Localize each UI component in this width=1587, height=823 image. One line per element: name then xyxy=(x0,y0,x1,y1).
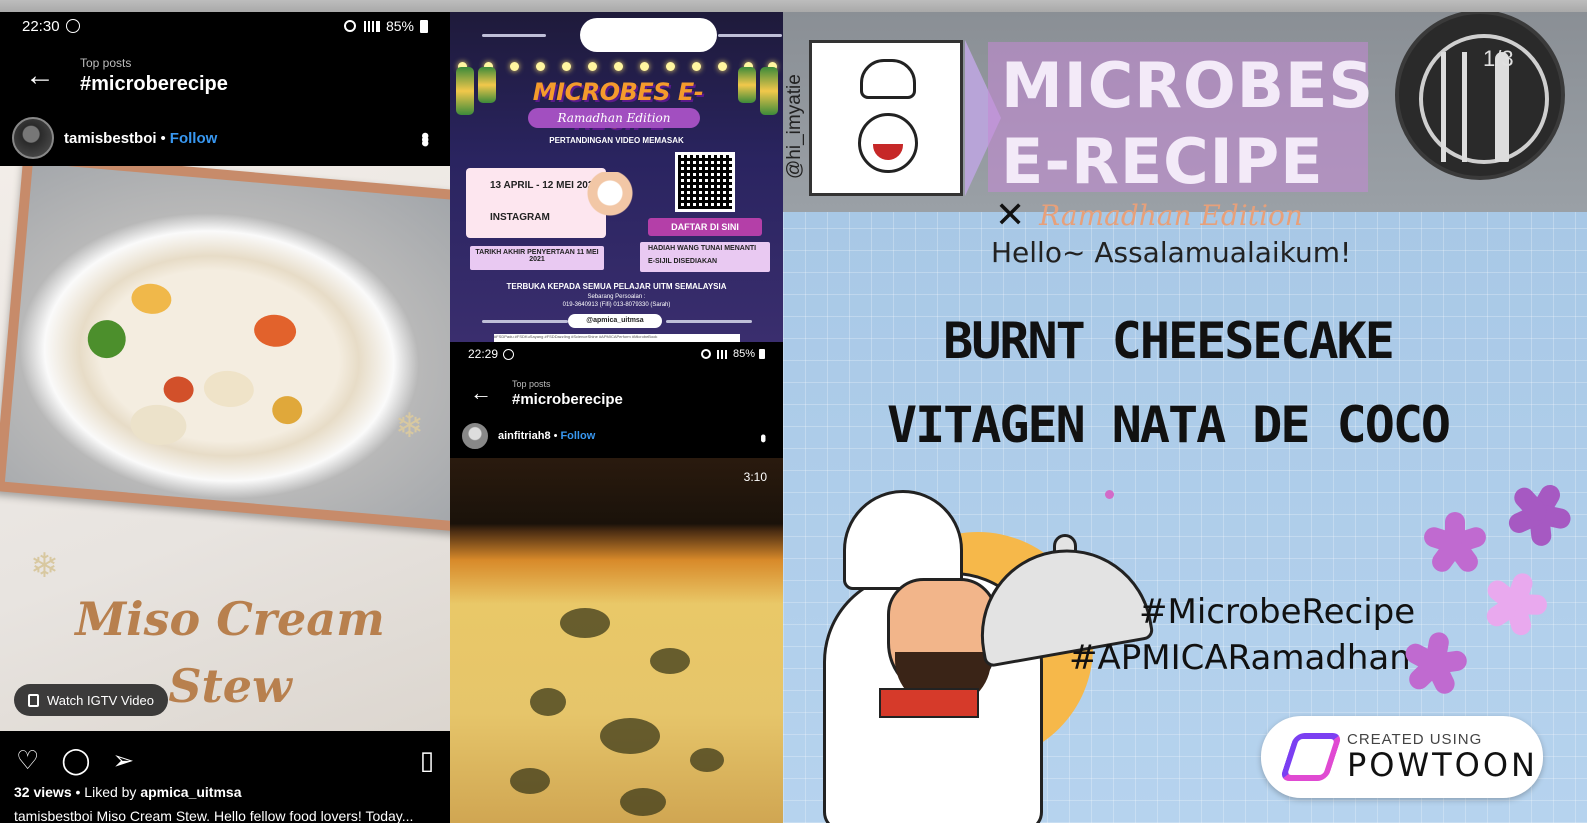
creator-handle: @hi_imyatie xyxy=(784,74,805,180)
slide-counter: 1/3 xyxy=(1483,46,1514,71)
video-duration: 3:10 xyxy=(743,470,767,484)
signal-icon xyxy=(361,20,380,32)
powtoon-watermark: CREATED USING POWTOON xyxy=(1261,716,1543,798)
screenshot-collage: 22:30 85% ← Top posts #microberecipe tam… xyxy=(0,0,1587,823)
event-poster: MICROBES E-RECIPE Ramadhan Edition PERTA… xyxy=(450,12,783,342)
snowflake-icon: ❄ xyxy=(395,407,424,445)
watch-igtv-label: Watch IGTV Video xyxy=(47,692,154,708)
header-subtitle: Top posts xyxy=(512,378,551,389)
top-bar: ← Top posts #microberecipe xyxy=(450,368,783,418)
poster-subtitle: Ramadhan Edition xyxy=(528,108,700,128)
views-line: 32 views • Liked by apmica_uitmsa xyxy=(14,784,242,800)
post-actions: ♡ ◯ ➢ ▯ xyxy=(0,740,450,780)
page-title: #microberecipe xyxy=(80,73,228,95)
register-label: DAFTAR DI SINI xyxy=(648,218,762,236)
stew-photo xyxy=(4,166,450,522)
battery-icon xyxy=(759,349,765,359)
poster-contacts: Sebarang Persoalan : 019-3640913 (Fifi) … xyxy=(562,294,671,308)
back-arrow-icon[interactable]: ← xyxy=(450,382,512,404)
poster-deadline: TARIKH AKHIR PENYERTAAN 11 MEI 2021 xyxy=(470,246,604,270)
flower-icon xyxy=(1482,570,1548,638)
chef-illustration xyxy=(580,172,640,242)
watermark-big: POWTOON xyxy=(1347,745,1538,784)
whatsapp-icon xyxy=(65,19,80,33)
status-bar: 22:30 85% xyxy=(0,12,450,40)
hashtag-1: #MicrobeRecipe xyxy=(1139,592,1416,632)
right-video-frame: @hi_imyatie MICROBES E-RECIPE 1/3 ✕ Rama… xyxy=(783,12,1587,823)
poster-prizes: HADIAH WANG TUNAI MENANTI E-SIJIL DISEDI… xyxy=(640,242,770,272)
share-send-icon[interactable]: ➢ xyxy=(112,745,134,776)
avatar[interactable] xyxy=(12,117,54,159)
whatsapp-icon xyxy=(503,348,515,360)
igtv-icon xyxy=(28,693,39,707)
fork-icon xyxy=(1441,52,1467,162)
back-arrow-icon[interactable]: ← xyxy=(0,61,80,91)
qr-code xyxy=(675,152,735,212)
comment-icon[interactable]: ◯ xyxy=(61,745,90,776)
avatar[interactable] xyxy=(462,423,488,449)
alarm-icon xyxy=(700,349,711,359)
battery-icon xyxy=(420,19,428,33)
post-caption: tamisbestboi Miso Cream Stew. Hello fell… xyxy=(14,808,414,823)
greeting-text: Hello~ Assalamualaikum! xyxy=(991,236,1352,269)
signal-icon xyxy=(714,349,729,359)
recipe-2: VITAGEN NATA DE COCO xyxy=(886,396,1451,454)
hashtag-2: #APMICARamadhan xyxy=(1069,638,1411,678)
status-time: 22:29 xyxy=(468,347,499,361)
view-count: 32 views xyxy=(14,784,72,800)
lantern-icon xyxy=(760,67,778,115)
status-bar: 22:29 85% xyxy=(450,346,783,362)
liked-by-user[interactable]: apmica_uitmsa xyxy=(140,784,241,800)
header-subtitle: Top posts xyxy=(80,56,132,70)
battery-percent: 85% xyxy=(385,18,414,34)
poster-platform: INSTAGRAM xyxy=(490,212,550,223)
liked-by-prefix: • Liked by xyxy=(75,784,137,800)
poster-open-to: TERBUKA KEPADA SEMUA PELAJAR UITM SEMALA… xyxy=(506,282,727,291)
status-time: 22:30 xyxy=(22,17,60,35)
university-logo xyxy=(580,18,717,52)
follow-button[interactable]: Follow xyxy=(560,430,595,442)
plate-icon xyxy=(1395,12,1565,180)
lantern-icon xyxy=(456,67,474,115)
edition-label: Ramadhan Edition xyxy=(1039,198,1303,232)
poster-prize-1: HADIAH WANG TUNAI MENANTI xyxy=(648,245,757,252)
post-header: tamisbestboi • Follow ••• xyxy=(0,112,450,164)
recipe-1: BURNT CHEESECAKE xyxy=(943,312,1395,370)
watch-igtv-button[interactable]: Watch IGTV Video xyxy=(14,684,168,716)
poster-contest: PERTANDINGAN VIDEO MEMASAK xyxy=(549,136,684,145)
flower-icon xyxy=(1421,512,1489,576)
chef-logo xyxy=(809,40,963,196)
smiley-face-icon xyxy=(858,113,918,173)
top-bar: ← Top posts #microberecipe xyxy=(0,40,450,112)
post-username[interactable]: tamisbestboi xyxy=(64,130,157,147)
banner-title: MICROBES E-RECIPE xyxy=(1001,49,1374,198)
battery-percent: 85% xyxy=(732,348,755,360)
stew-photo-frame xyxy=(0,166,450,532)
string-lights xyxy=(458,62,778,72)
post-username[interactable]: ainfitriah8 xyxy=(498,430,551,442)
more-options-icon[interactable]: ••• xyxy=(753,434,771,439)
like-heart-icon[interactable]: ♡ xyxy=(16,745,39,776)
more-options-icon[interactable]: ••• xyxy=(412,132,438,143)
alarm-icon xyxy=(343,20,356,32)
middle-instagram-screen: MICROBES E-RECIPE Ramadhan Edition PERTA… xyxy=(450,12,783,823)
snowflake-icon: ❄ xyxy=(30,547,59,585)
flower-icon xyxy=(1402,630,1469,698)
powtoon-logo-icon xyxy=(1279,733,1343,781)
bookmark-icon[interactable]: ▯ xyxy=(420,745,434,776)
chef-hat-icon xyxy=(860,59,916,99)
poster-prize-2: E-SIJIL DISEDIAKAN xyxy=(648,258,718,265)
left-instagram-screen: 22:30 85% ← Top posts #microberecipe tam… xyxy=(0,12,450,823)
post-video[interactable]: 3:10 xyxy=(450,458,783,823)
crossed-utensils-icon: ✕ xyxy=(995,194,1026,235)
follow-button[interactable]: Follow xyxy=(170,130,218,147)
post-media[interactable]: ❄ ❄ Miso Cream Stew xyxy=(0,166,450,731)
flower-icon xyxy=(1505,481,1573,547)
page-title: #microberecipe xyxy=(512,390,623,408)
poster-hashtags: #FSDPadu #FSDKuSayang #FSDDazzling #Scie… xyxy=(494,334,740,342)
poster-instagram-handle: @apmica_uitmsa xyxy=(568,314,662,328)
post-header: ainfitriah8 • Follow ••• xyxy=(450,422,783,450)
